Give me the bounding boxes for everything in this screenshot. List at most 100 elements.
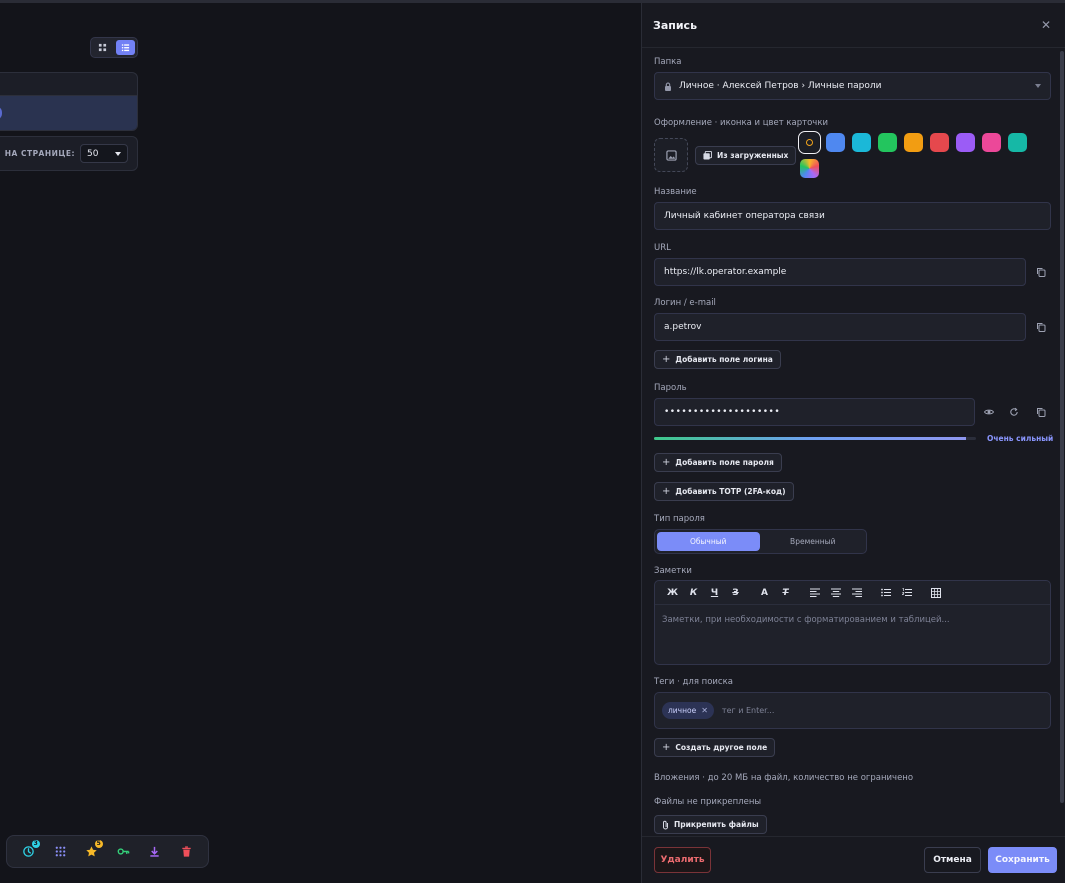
insert-table-button[interactable] [925, 584, 946, 602]
align-left-button[interactable] [804, 584, 825, 602]
url-label: URL [654, 243, 671, 253]
tag-chip: личное ✕ [662, 702, 714, 719]
strikethrough-button[interactable]: З [725, 584, 746, 602]
bullet-list-button[interactable] [875, 584, 896, 602]
remove-tag-icon[interactable]: ✕ [701, 706, 708, 715]
gallery-icon [703, 151, 712, 160]
close-icon[interactable]: ✕ [1040, 19, 1052, 31]
per-page-select[interactable]: 50 [80, 144, 128, 163]
numbered-list-button[interactable] [896, 584, 917, 602]
password-input[interactable]: •••••••••••••••••••• [654, 398, 975, 426]
password-strength-label: Очень сильный [987, 434, 1054, 443]
generate-password-button[interactable] [1008, 406, 1020, 418]
name-label: Название [654, 187, 697, 197]
panel-footer: Удалить Отмена Сохранить [642, 836, 1065, 883]
color-swatch[interactable] [852, 133, 871, 152]
login-value: a.petrov [664, 322, 702, 332]
bullet-list-icon [880, 588, 891, 597]
password-type-regular[interactable]: Обычный [657, 532, 760, 551]
password-type-toggle: Обычный Временный [654, 529, 867, 554]
plus-icon: + [662, 456, 671, 468]
delete-button[interactable]: Удалить [654, 847, 711, 873]
copy-url-button[interactable] [1035, 266, 1047, 278]
dock-apps-button[interactable] [50, 842, 70, 862]
folder-value: Личное · Алексей Петров › Личные пароли [679, 81, 882, 91]
underline-button[interactable]: Ч [704, 584, 725, 602]
cancel-button[interactable]: Отмена [924, 847, 981, 873]
download-icon [150, 846, 159, 857]
bottom-dock: 3 5 [6, 835, 209, 868]
save-button[interactable]: Сохранить [988, 847, 1057, 873]
from-uploaded-label: Из загруженных [717, 151, 789, 160]
attachments-status: Файлы не прикреплены [654, 797, 762, 807]
copy-icon [1037, 268, 1046, 277]
grid-icon [99, 43, 107, 52]
color-swatch-none[interactable] [798, 131, 821, 154]
bold-button[interactable]: Ж [662, 584, 683, 602]
record-row-selected[interactable]: е [0, 96, 137, 130]
add-totp-button[interactable]: + Добавить TOTP (2FA-код) [654, 482, 794, 501]
color-swatch[interactable] [826, 133, 845, 152]
add-password-field-button[interactable]: + Добавить поле пароля [654, 453, 782, 472]
copy-password-button[interactable] [1035, 406, 1047, 418]
password-type-label: Тип пароля [654, 514, 705, 524]
italic-button[interactable]: К [683, 584, 704, 602]
copy-login-button[interactable] [1035, 321, 1047, 333]
color-swatch[interactable] [878, 133, 897, 152]
grid-view-button[interactable] [93, 40, 113, 55]
folder-select[interactable]: Личное · Алексей Петров › Личные пароли [654, 72, 1051, 100]
add-login-field-button[interactable]: + Добавить поле логина [654, 350, 781, 369]
password-type-temporary[interactable]: Временный [762, 532, 865, 551]
align-right-button[interactable] [846, 584, 867, 602]
color-swatch[interactable] [1008, 133, 1027, 152]
list-view-button[interactable] [115, 40, 135, 55]
records-list: е [0, 72, 138, 131]
login-label: Логин / e-mail [654, 298, 716, 308]
clear-format-button[interactable]: T [775, 584, 796, 602]
dock-keys-button[interactable] [113, 842, 133, 862]
tag-input-placeholder[interactable]: тег и Enter... [722, 706, 774, 715]
password-strength-fill [654, 437, 967, 440]
record-editor-panel: Запись ✕ Папка Личное · Алексей Петров ›… [641, 3, 1065, 883]
color-swatch[interactable] [982, 133, 1001, 152]
notes-placeholder[interactable]: Заметки, при необходимости с форматирова… [655, 605, 1050, 635]
chevron-down-icon [1035, 84, 1041, 88]
image-icon [665, 149, 677, 161]
copy-icon [1037, 408, 1046, 417]
card-icon-upload[interactable] [654, 138, 688, 172]
color-swatch-custom[interactable] [800, 159, 819, 178]
attachments-info: Вложения · до 20 МБ на файл, количество … [654, 773, 914, 783]
tags-input-box[interactable]: личное ✕ тег и Enter... [654, 692, 1051, 729]
login-input[interactable]: a.petrov [654, 313, 1026, 341]
color-swatch[interactable] [956, 133, 975, 152]
align-left-icon [809, 588, 820, 597]
name-value: Личный кабинет оператора связи [664, 211, 825, 221]
panel-body: Папка Личное · Алексей Петров › Личные п… [642, 48, 1060, 836]
text-color-button[interactable]: A [754, 584, 775, 602]
show-password-button[interactable] [983, 406, 995, 418]
name-input[interactable]: Личный кабинет оператора связи [654, 202, 1051, 230]
plus-icon: + [662, 485, 671, 497]
copy-icon [1037, 323, 1046, 332]
color-swatch[interactable] [904, 133, 923, 152]
color-swatch[interactable] [930, 133, 949, 152]
no-color-icon [806, 139, 813, 146]
plus-icon: + [662, 741, 671, 753]
refresh-icon [1010, 407, 1018, 416]
panel-scrollbar[interactable] [1060, 51, 1064, 803]
record-tag-chip: е [0, 106, 2, 120]
attach-files-button[interactable]: Прикрепить файлы [654, 815, 767, 834]
dock-favorites-button[interactable]: 5 [82, 839, 103, 862]
dock-trash-button[interactable] [176, 842, 196, 862]
url-input[interactable]: https://lk.operator.example [654, 258, 1026, 286]
history-badge: 3 [31, 839, 40, 848]
create-custom-field-button[interactable]: + Создать другое поле [654, 738, 776, 757]
attach-files-label: Прикрепить файлы [674, 820, 759, 829]
per-page-label: НА СТРАНИЦЕ: [4, 149, 75, 158]
add-password-field-label: Добавить поле пароля [675, 458, 774, 467]
dock-download-button[interactable] [145, 842, 165, 862]
align-center-button[interactable] [825, 584, 846, 602]
from-uploaded-button[interactable]: Из загруженных [695, 146, 797, 165]
dock-history-button[interactable]: 3 [19, 839, 40, 862]
align-right-icon [851, 588, 862, 597]
